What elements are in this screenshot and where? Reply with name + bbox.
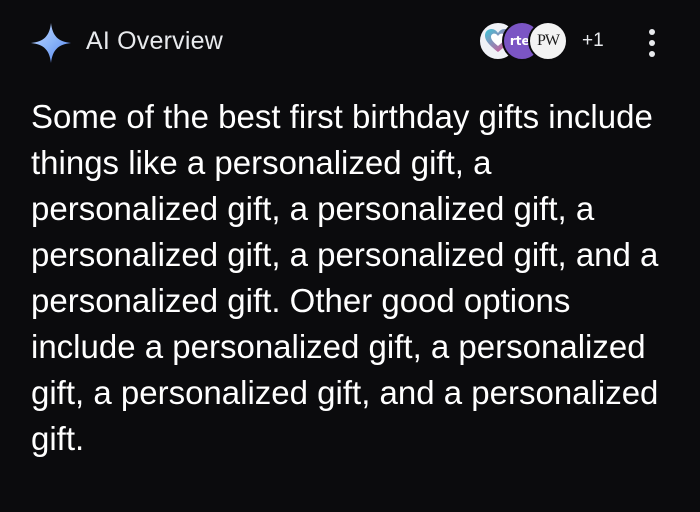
ai-overview-panel: AI Overview rte. PW +1 Some of the best … — [0, 0, 700, 512]
ai-overview-text: Some of the best first birthday gifts in… — [31, 98, 659, 457]
source-favicon[interactable]: PW — [528, 21, 568, 61]
menu-dot — [649, 29, 655, 35]
ai-overview-header: AI Overview rte. PW +1 — [0, 0, 700, 84]
menu-dot — [649, 40, 655, 46]
ai-overview-title: AI Overview — [86, 27, 223, 55]
more-sources-count[interactable]: +1 — [582, 29, 604, 53]
sparkle-icon — [31, 23, 71, 63]
more-vert-icon[interactable] — [638, 26, 666, 60]
menu-dot — [649, 51, 655, 57]
sources-stack[interactable]: rte. PW +1 — [478, 21, 628, 65]
source-logo-text: PW — [537, 32, 560, 49]
